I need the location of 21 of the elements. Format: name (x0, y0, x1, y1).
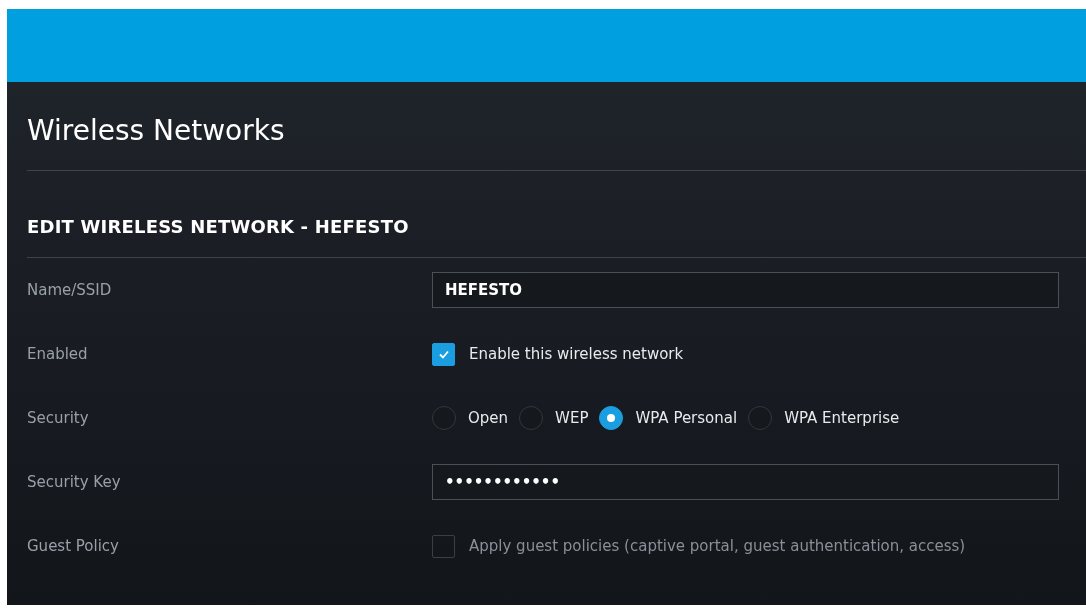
checkbox-label: Enable this wireless network (469, 345, 684, 363)
input-field[interactable]: •••••••••••• (432, 464, 1059, 500)
checkbox[interactable] (432, 342, 455, 366)
radio-label: WPA Enterprise (784, 409, 900, 427)
checkbox-label: Apply guest policies (captive portal, guest authentication, access) (469, 537, 966, 555)
checkbox[interactable] (432, 534, 455, 558)
section-heading: EDIT WIRELESS NETWORK - HEFESTO (27, 171, 1086, 258)
field-label: Name/SSID (27, 281, 113, 299)
radio-button[interactable] (519, 406, 544, 430)
radio-label: WPA Personal (635, 409, 738, 427)
radio-label: Open (468, 409, 509, 427)
page-title: Wireless Networks (27, 82, 1086, 171)
field-label: Security Key (27, 473, 122, 491)
field-label: Security (27, 409, 90, 427)
field-label: Guest Policy (27, 537, 120, 555)
radio-button[interactable] (748, 406, 773, 430)
radio-button[interactable] (599, 406, 624, 430)
input-field[interactable]: HEFESTO (432, 272, 1059, 308)
field-label: Enabled (27, 345, 89, 363)
radio-label: WEP (555, 409, 589, 427)
radio-button[interactable] (432, 406, 456, 430)
